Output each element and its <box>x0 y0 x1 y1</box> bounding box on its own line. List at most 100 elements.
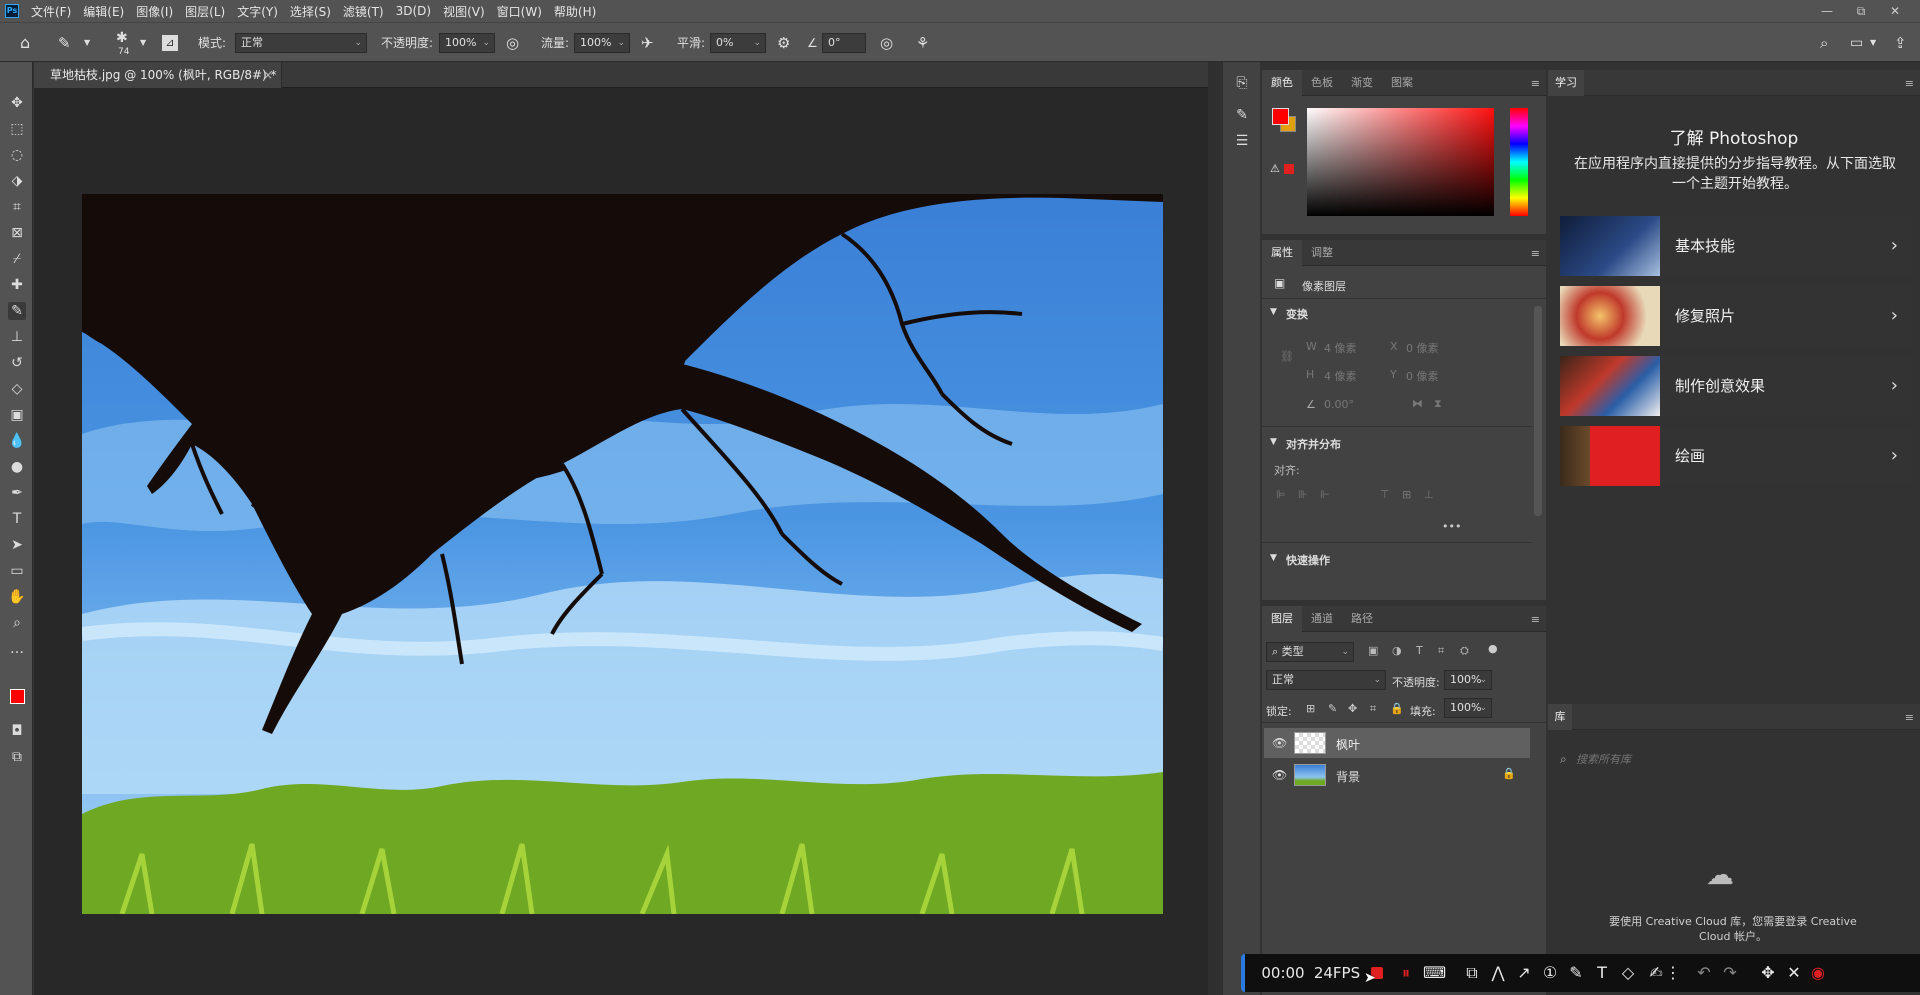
menu-file[interactable]: 文件(F) <box>25 3 77 20</box>
restore-button[interactable]: ⧉ <box>1846 0 1876 22</box>
chevron-down-icon[interactable]: ▼ <box>84 32 90 54</box>
smooth-field[interactable]: 0% ⌄ <box>710 33 766 53</box>
zoom-tool-icon[interactable]: ⌕ <box>8 614 26 632</box>
filter-shape-icon[interactable]: ⌗ <box>1438 644 1444 658</box>
brush-panel-icon[interactable]: ⊿ <box>162 35 178 51</box>
flip-vertical-icon[interactable]: ⧗ <box>1434 397 1442 411</box>
quick-mask-icon[interactable]: ◘ <box>8 722 26 740</box>
panel-menu-icon[interactable]: ≡ <box>1905 711 1914 724</box>
layer-opacity-field[interactable]: 100% ⌄ <box>1444 670 1492 690</box>
foreground-color-chip[interactable] <box>1272 108 1289 125</box>
tab-swatches[interactable]: 色板 <box>1302 70 1342 96</box>
chevron-down-icon[interactable]: ▼ <box>1270 437 1277 447</box>
close-window-button[interactable]: ✕ <box>1880 0 1910 22</box>
y-field[interactable]: 0 像素 <box>1406 368 1439 384</box>
properties-scrollbar[interactable] <box>1534 306 1542 516</box>
history-panel-icon[interactable]: ⎘ <box>1233 74 1251 92</box>
quick-select-tool-icon[interactable]: ⬗ <box>8 172 26 190</box>
tab-paths[interactable]: 路径 <box>1342 606 1382 632</box>
height-field[interactable]: 4 像素 <box>1324 368 1357 384</box>
layer-name[interactable]: 枫叶 <box>1336 736 1360 753</box>
learn-card-fix-photos[interactable]: 修复照片 › <box>1560 286 1912 346</box>
filter-smart-object-icon[interactable]: ⛭ <box>1460 644 1469 658</box>
tab-gradients[interactable]: 渐变 <box>1342 70 1382 96</box>
keyboard-icon[interactable]: ⌨ <box>1423 954 1446 992</box>
menu-help[interactable]: 帮助(H) <box>548 3 602 20</box>
close-icon[interactable]: ✕ <box>1783 954 1805 992</box>
tab-libraries[interactable]: 库 <box>1548 704 1572 730</box>
layer-filter-select[interactable]: ⌕ 类型 ⌄ <box>1266 642 1354 662</box>
gradient-tool-icon[interactable]: ▣ <box>8 406 26 424</box>
learn-card-creative-effects[interactable]: 制作创意效果 › <box>1560 356 1912 416</box>
search-icon[interactable]: ⌕ <box>1820 32 1828 54</box>
panel-menu-icon[interactable]: ≡ <box>1531 247 1540 260</box>
hue-slider[interactable] <box>1510 108 1528 216</box>
tab-adjustments[interactable]: 调整 <box>1302 240 1342 266</box>
image-canvas[interactable] <box>82 194 1163 914</box>
vertical-scrollbar[interactable] <box>1208 62 1220 995</box>
gear-icon[interactable]: ⚙ <box>777 32 790 54</box>
lock-pixels-icon[interactable]: ✎ <box>1328 702 1337 715</box>
panel-menu-icon[interactable]: ≡ <box>1905 77 1914 90</box>
chevron-down-icon[interactable]: ▼ <box>1270 307 1277 317</box>
brush-tool-icon[interactable]: ✎ <box>58 32 71 54</box>
healing-tool-icon[interactable]: ✚ <box>8 276 26 294</box>
filter-adjustment-icon[interactable]: ◑ <box>1392 644 1402 657</box>
align-left-icon[interactable]: ⊫ <box>1276 488 1286 501</box>
width-field[interactable]: 4 像素 <box>1324 340 1357 356</box>
airbrush-icon[interactable]: ✈ <box>641 32 654 54</box>
stamp-tool-icon[interactable]: ⊥ <box>8 328 26 346</box>
brush-tool-icon[interactable]: ✎ <box>8 302 26 320</box>
align-middle-icon[interactable]: ⊞ <box>1402 488 1411 501</box>
eyedropper-tool-icon[interactable]: ⌿ <box>8 250 26 268</box>
link-icon[interactable]: ⛓ <box>1280 350 1294 363</box>
lock-all-icon[interactable]: 🔒 <box>1390 702 1404 715</box>
align-bottom-icon[interactable]: ⊥ <box>1424 488 1434 501</box>
lock-position-icon[interactable]: ✥ <box>1348 702 1357 715</box>
tab-layers[interactable]: 图层 <box>1262 606 1302 632</box>
pen-icon[interactable]: ✎ <box>1565 954 1587 992</box>
visibility-eye-icon[interactable]: 👁 <box>1272 768 1287 782</box>
minimize-button[interactable]: — <box>1812 0 1842 22</box>
chevron-down-icon[interactable]: ▼ <box>1870 32 1876 54</box>
symmetry-icon[interactable]: ⚘ <box>916 32 929 54</box>
home-icon[interactable]: ⌂ <box>20 32 30 54</box>
polyline-icon[interactable]: ⋀ <box>1487 954 1509 992</box>
tab-channels[interactable]: 通道 <box>1302 606 1342 632</box>
lock-artboard-icon[interactable]: ⌗ <box>1370 702 1376 716</box>
filter-type-icon[interactable]: T <box>1416 644 1423 657</box>
tab-learn[interactable]: 学习 <box>1548 70 1584 96</box>
lasso-tool-icon[interactable]: ◌ <box>8 146 26 164</box>
flip-horizontal-icon[interactable]: ⧓ <box>1412 397 1423 410</box>
path-select-tool-icon[interactable]: ➤ <box>8 536 26 554</box>
pen-tool-icon[interactable]: ✒ <box>8 484 26 502</box>
gamut-color-chip[interactable] <box>1284 164 1294 174</box>
eraser-tool-icon[interactable]: ◇ <box>8 380 26 398</box>
layer-row[interactable]: 👁 背景 🔒 <box>1264 760 1530 790</box>
chevron-down-icon[interactable]: ▼ <box>1270 553 1277 563</box>
dodge-tool-icon[interactable]: ● <box>8 458 26 476</box>
pause-icon[interactable]: ⏸ <box>1395 954 1417 992</box>
move-tool-icon[interactable]: ✥ <box>8 94 26 112</box>
angle-field[interactable]: 0.00° <box>1324 398 1354 411</box>
blur-tool-icon[interactable]: 💧 <box>8 432 26 450</box>
blend-mode-select[interactable]: 正常 ⌄ <box>1266 670 1386 690</box>
pressure-size-icon[interactable]: ◎ <box>880 32 893 54</box>
filter-toggle-icon[interactable]: ● <box>1488 642 1498 655</box>
library-search-input[interactable] <box>1576 748 1896 770</box>
filter-pixel-icon[interactable]: ▣ <box>1368 644 1378 657</box>
frame-tool-icon[interactable]: ⊠ <box>8 224 26 242</box>
menu-edit[interactable]: 编辑(E) <box>77 3 130 20</box>
panel-menu-icon[interactable]: ≡ <box>1531 613 1540 626</box>
redo-icon[interactable]: ↷ <box>1719 954 1741 992</box>
panel-menu-icon[interactable]: ≡ <box>1531 77 1540 90</box>
align-top-icon[interactable]: ⊤ <box>1380 488 1390 501</box>
adjustments-icon[interactable]: ☰ <box>1233 132 1251 150</box>
brush-settings-icon[interactable]: ✎ <box>1233 106 1251 124</box>
opacity-field[interactable]: 100% ⌄ <box>439 33 495 53</box>
record-icon[interactable]: ◉ <box>1807 954 1829 992</box>
text-icon[interactable]: T <box>1591 954 1613 992</box>
x-field[interactable]: 0 像素 <box>1406 340 1439 356</box>
mode-select[interactable]: 正常 ⌄ <box>235 33 367 53</box>
menu-type[interactable]: 文字(Y) <box>231 3 284 20</box>
